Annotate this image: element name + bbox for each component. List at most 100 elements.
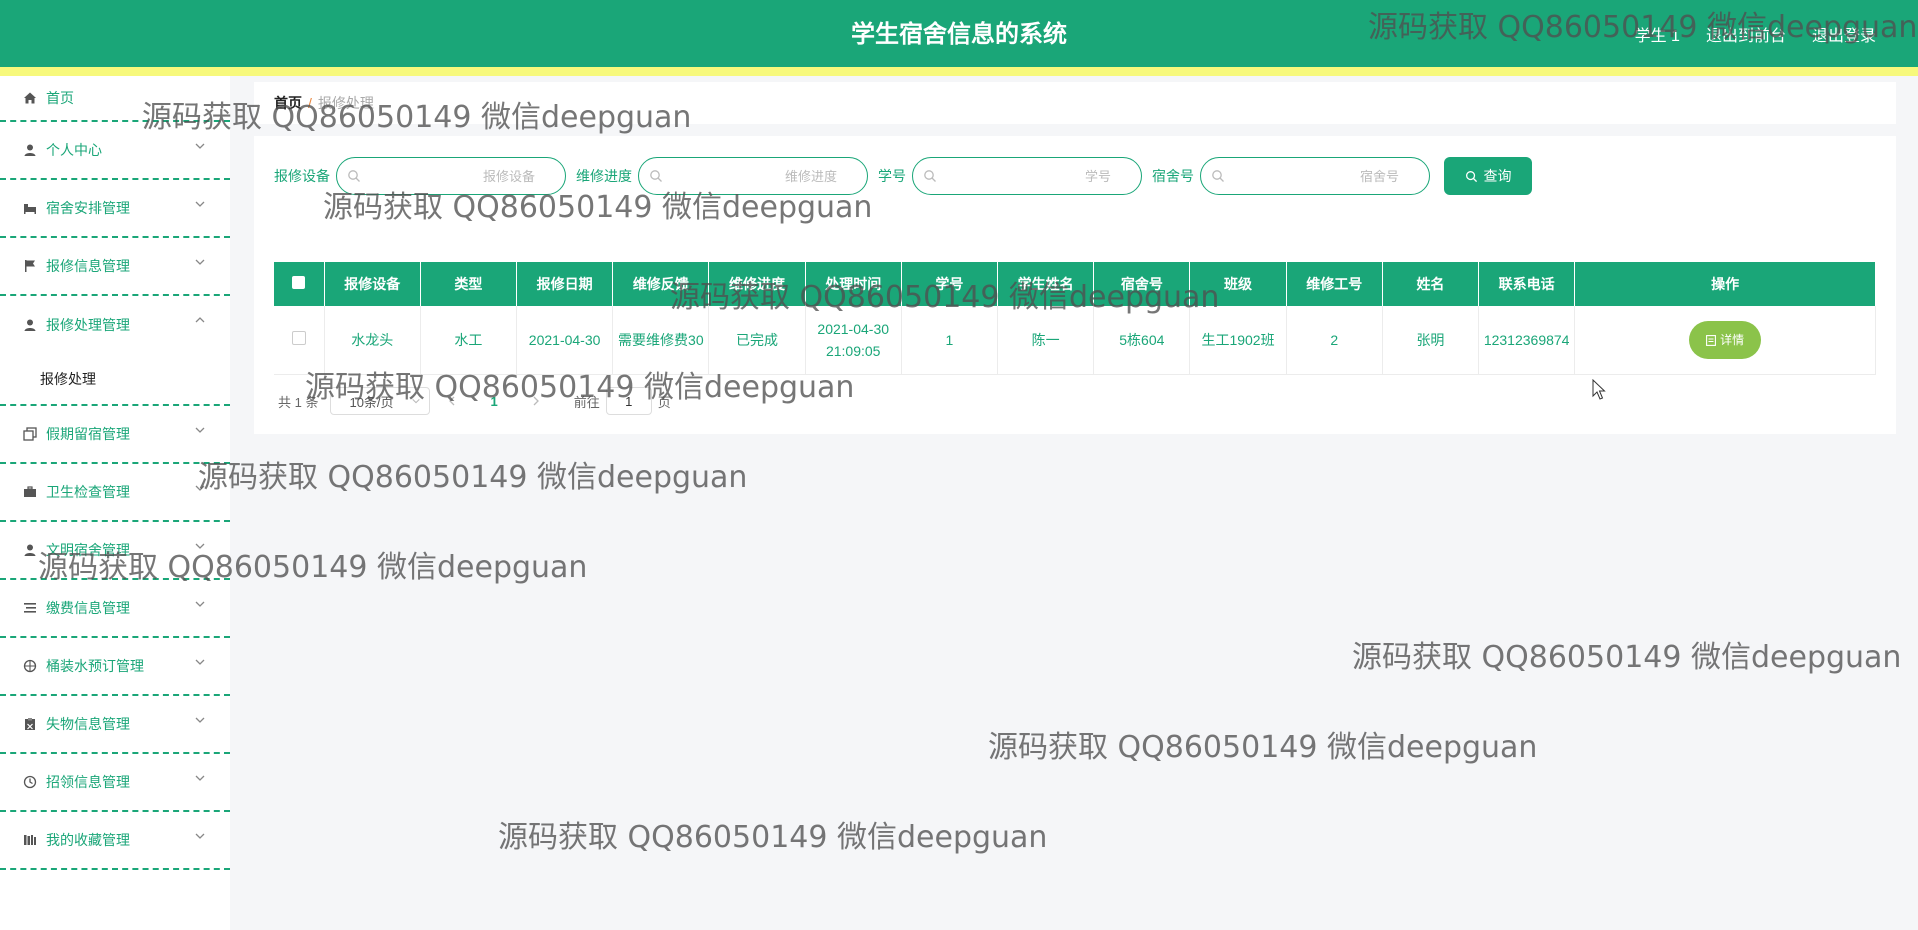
sidebar-item-favorites[interactable]: 我的收藏管理: [0, 812, 230, 870]
header-links: 学生 1 退出到前台 退出登录: [1635, 22, 1876, 46]
search-label-student-id: 学号: [878, 168, 906, 184]
table-row: 水龙头 水工 2021-04-30 需要维修费30 已完成 2021-04-30…: [274, 306, 1876, 375]
cell-progress: 已完成: [708, 306, 806, 375]
search-label-dorm: 宿舍号: [1152, 168, 1194, 184]
header-accent-stripe: [0, 67, 1918, 76]
user-icon: [22, 142, 38, 158]
sidebar-item-home[interactable]: 首页: [0, 76, 230, 122]
sidebar-item-label: 缴费信息管理: [46, 600, 130, 616]
row-checkbox[interactable]: [291, 331, 306, 345]
page-size-select[interactable]: 10条/页: [330, 387, 431, 415]
query-button-label: 查询: [1483, 168, 1512, 184]
query-button[interactable]: 查询: [1444, 157, 1532, 195]
column-header: 班级: [1189, 262, 1287, 306]
column-header: 类型: [420, 262, 518, 306]
cell-class: 生工1902班: [1189, 306, 1287, 375]
sidebar-item-label: 首页: [46, 90, 74, 106]
next-page-button[interactable]: [528, 394, 544, 409]
sidebar-item-hygiene-check[interactable]: 卫生检查管理: [0, 464, 230, 522]
cell-phone: 12312369874: [1478, 306, 1576, 375]
search-progress-wrapper: [638, 157, 868, 195]
select-all-checkbox[interactable]: [292, 276, 306, 289]
search-dorm-input[interactable]: [1201, 159, 1429, 193]
chevron-down-icon: [195, 485, 205, 491]
watermark-text: 源码获取 QQ86050149 微信deepguan: [988, 730, 1538, 765]
search-dorm-wrapper: [1200, 157, 1430, 195]
sidebar-item-dorm-arrangement[interactable]: 宿舍安排管理: [0, 180, 230, 238]
search-student-id-wrapper: [912, 157, 1142, 195]
page-size-value: 10条/页: [349, 394, 394, 410]
column-header: 姓名: [1382, 262, 1480, 306]
search-device-input[interactable]: [337, 159, 565, 193]
chevron-down-icon: [195, 717, 205, 723]
cell-worker-name: 张明: [1382, 306, 1480, 375]
watermark-text: 源码获取 QQ86050149 微信deepguan: [198, 460, 748, 495]
chevron-down-icon: [195, 143, 205, 149]
row-select-cell[interactable]: [274, 306, 325, 375]
cell-actions: 详情: [1574, 306, 1876, 375]
current-user-link[interactable]: 学生 1: [1635, 22, 1680, 46]
page-number[interactable]: 1: [490, 394, 497, 409]
goto-page-input[interactable]: [605, 387, 652, 415]
sidebar-item-personal-center[interactable]: 个人中心: [0, 122, 230, 180]
sidebar-item-label: 报修处理管理: [46, 317, 130, 333]
breadcrumb-separator: /: [308, 95, 312, 111]
home-icon: [22, 90, 38, 106]
user-icon: [22, 317, 38, 333]
sidebar-item-label: 报修信息管理: [46, 258, 130, 274]
sidebar-item-civilized-dorm[interactable]: 文明宿舍管理: [0, 522, 230, 580]
search-icon: [924, 170, 936, 182]
cell-feedback: 需要维修费30: [612, 306, 710, 375]
sidebar-subitem-repair-handling[interactable]: 报修处理: [0, 354, 230, 406]
sidebar-item-label: 招领信息管理: [46, 774, 130, 790]
search-label-device: 报修设备: [274, 168, 330, 184]
goto-label: 前往: [573, 394, 600, 410]
sidebar-item-found-items[interactable]: 招领信息管理: [0, 754, 230, 812]
goto-suffix: 页: [657, 394, 671, 410]
pagination: 共 1 条 10条/页 1 前往 页: [278, 386, 671, 416]
logout-link[interactable]: 退出登录: [1812, 22, 1876, 46]
sidebar-item-repair-info[interactable]: 报修信息管理: [0, 238, 230, 296]
chevron-down-icon: [195, 775, 205, 781]
sidebar: 首页 个人中心 宿舍安排管理 报修信息管理 报修处理管理 报修处理 假期留宿管理: [0, 76, 230, 930]
chevron-down-icon: [195, 601, 205, 607]
target-icon: [22, 658, 38, 674]
cell-handle-time: 2021-04-30 21:09:05: [805, 306, 902, 375]
sidebar-item-water-order[interactable]: 桶装水预订管理: [0, 638, 230, 696]
back-to-frontend-link[interactable]: 退出到前台: [1706, 22, 1786, 46]
sidebar-item-lost-items[interactable]: 失物信息管理: [0, 696, 230, 754]
pagination-total: 共 1 条: [278, 394, 319, 410]
prev-page-button[interactable]: [444, 394, 460, 409]
search-form: 报修设备 维修进度 学号 宿舍号 查询: [274, 156, 1532, 196]
column-header: 维修工号: [1286, 262, 1383, 306]
detail-button[interactable]: 详情: [1689, 321, 1762, 359]
sidebar-item-payment-info[interactable]: 缴费信息管理: [0, 580, 230, 638]
watermark-text: 源码获取 QQ86050149 微信deepguan: [498, 820, 1048, 855]
cell-device: 水龙头: [324, 306, 421, 375]
column-header: 维修反馈: [612, 262, 710, 306]
chevron-down-icon: [195, 543, 205, 549]
sidebar-item-label: 宿舍安排管理: [46, 200, 130, 216]
cell-worker-id: 2: [1286, 306, 1383, 375]
chevron-down-icon: [195, 201, 205, 207]
sidebar-item-repair-handling[interactable]: 报修处理管理: [0, 296, 230, 354]
cell-dorm: 5栋604: [1093, 306, 1191, 375]
clipboard-icon: [22, 716, 38, 732]
app-title: 学生宿舍信息的系统: [851, 21, 1067, 48]
main-card: 报修设备 维修进度 学号 宿舍号 查询: [254, 136, 1896, 434]
search-progress-input[interactable]: [639, 159, 867, 193]
search-icon: [650, 170, 662, 182]
column-header: 操作: [1574, 262, 1876, 306]
column-header: 维修进度: [708, 262, 806, 306]
breadcrumb: 首页 / 报修处理: [254, 82, 1896, 124]
search-student-id-input[interactable]: [913, 159, 1141, 193]
breadcrumb-home[interactable]: 首页: [274, 93, 302, 113]
flag-icon: [22, 258, 38, 274]
chevron-left-icon: [449, 396, 455, 405]
select-all-cell[interactable]: [274, 262, 325, 306]
sidebar-item-holiday-stay[interactable]: 假期留宿管理: [0, 406, 230, 464]
chevron-down-icon: [195, 833, 205, 839]
sidebar-item-label: 文明宿舍管理: [46, 542, 130, 558]
chevron-down-icon: [195, 427, 205, 433]
column-header: 学生姓名: [997, 262, 1095, 306]
